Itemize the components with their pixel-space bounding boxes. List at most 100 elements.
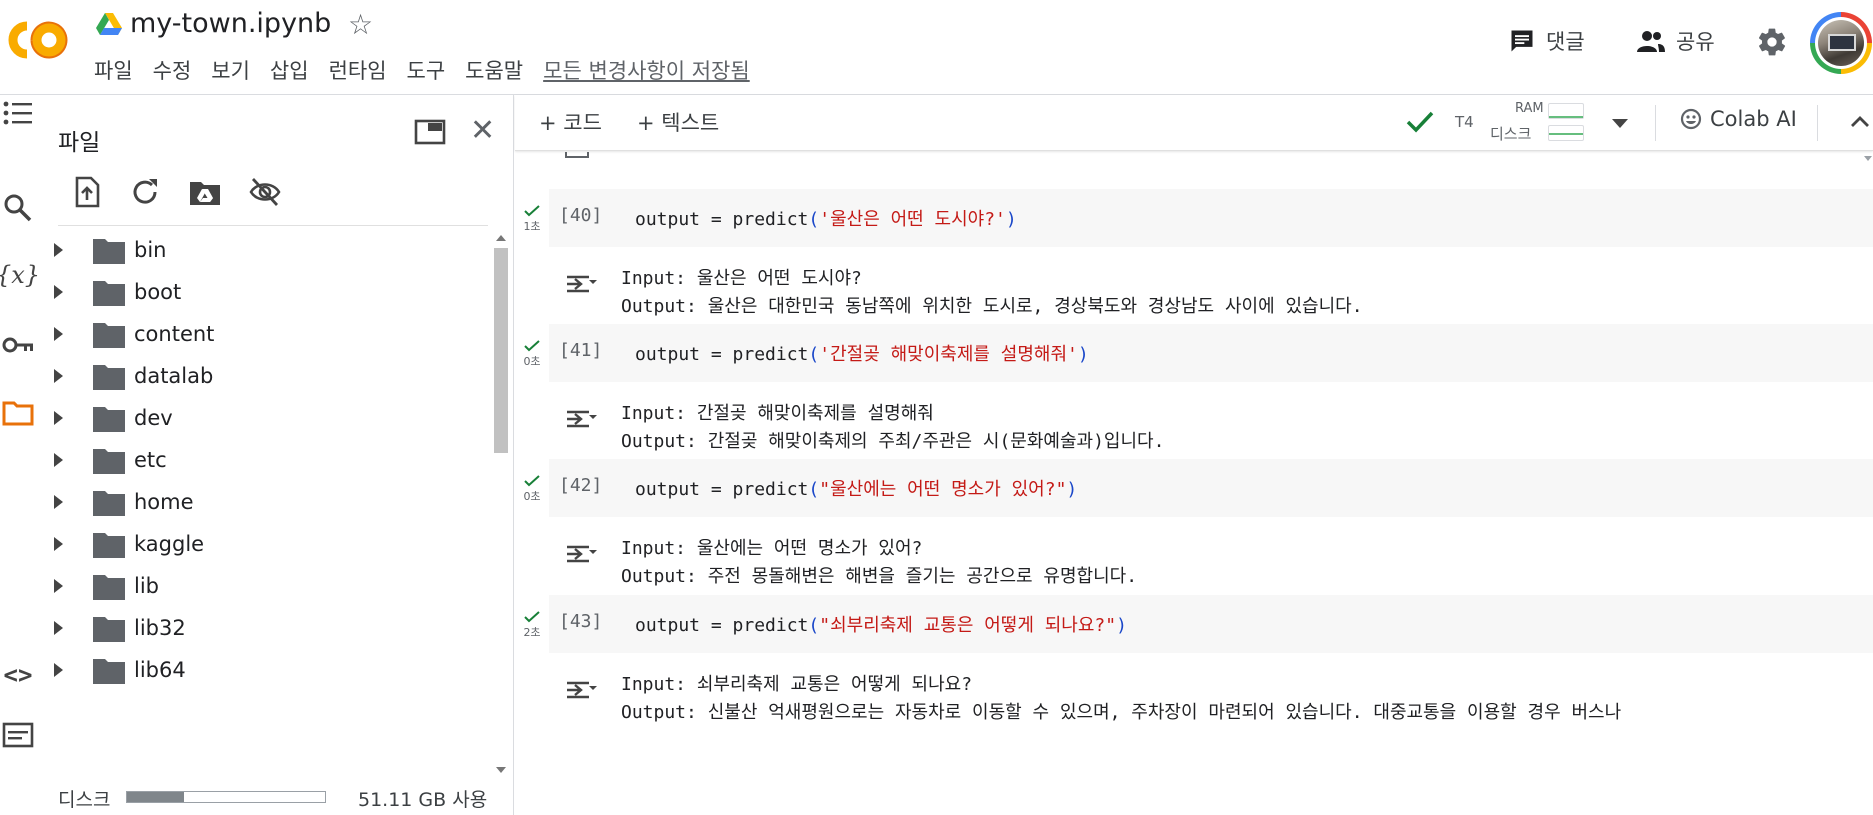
- output-actions-icon[interactable]: [565, 404, 599, 434]
- expand-arrow-icon[interactable]: [54, 285, 63, 299]
- expand-arrow-icon[interactable]: [54, 453, 63, 467]
- output-actions-icon[interactable]: [565, 269, 599, 299]
- code-paren-open: (: [808, 615, 820, 636]
- add-text-button[interactable]: + 텍스트: [637, 107, 719, 137]
- terminal-icon[interactable]: [0, 717, 36, 753]
- add-code-button[interactable]: + 코드: [539, 107, 602, 137]
- colab-logo[interactable]: [5, 18, 69, 62]
- folder-row-home[interactable]: home: [54, 483, 484, 523]
- expand-arrow-icon[interactable]: [54, 579, 63, 593]
- menu-tools[interactable]: 도구: [407, 55, 446, 85]
- folder-row-etc[interactable]: etc: [54, 441, 484, 481]
- code-line[interactable]: output = predict("울산에는 어떤 명소가 있어?"): [635, 475, 1077, 501]
- output-actions-icon[interactable]: [565, 675, 599, 705]
- folder-row-lib64[interactable]: lib64: [54, 651, 484, 691]
- menu-runtime[interactable]: 런타임: [329, 55, 387, 85]
- code-editor[interactable]: [43] output = predict("쇠부리축제 교통은 어떻게 되나요…: [549, 595, 1873, 653]
- folder-row-lib[interactable]: lib: [54, 567, 484, 607]
- ram-graph[interactable]: [1548, 103, 1584, 119]
- folder-row-bin[interactable]: bin: [54, 231, 484, 271]
- folder-icon: [93, 449, 125, 474]
- key-icon[interactable]: [0, 327, 36, 363]
- previous-cell-output-icon: [565, 152, 589, 158]
- cell-status[interactable]: 0초: [519, 340, 545, 369]
- cell-output: Input: 울산에는 어떤 명소가 있어? Output: 주전 몽돌해변은 해…: [621, 535, 1137, 591]
- code-snippets-icon[interactable]: <>: [0, 657, 36, 693]
- panel-divider: [58, 225, 488, 226]
- output-line: Output: 간절곶 해맞이축제의 주최/주관은 시(문화예술과)입니다.: [621, 431, 1165, 452]
- expand-arrow-icon[interactable]: [54, 411, 63, 425]
- code-line[interactable]: output = predict('울산은 어떤 도시야?'): [635, 205, 1017, 231]
- notebook-title[interactable]: my-town.ipynb: [130, 8, 331, 39]
- scroll-down-arrow-icon[interactable]: [496, 767, 506, 773]
- expand-arrow-icon[interactable]: [54, 621, 63, 635]
- header: my-town.ipynb ☆ 파일 수정 보기 삽입 런타임 도구 도움말 모…: [0, 0, 1873, 95]
- variables-icon[interactable]: {x}: [0, 257, 40, 293]
- toc-icon[interactable]: [0, 95, 36, 131]
- scroll-thumb[interactable]: [494, 248, 508, 453]
- disk-resource-label[interactable]: 디스크: [1490, 123, 1531, 144]
- expand-arrow-icon[interactable]: [54, 243, 63, 257]
- mount-drive-icon[interactable]: [188, 175, 222, 209]
- close-icon[interactable]: ✕: [470, 115, 495, 147]
- folder-row-kaggle[interactable]: kaggle: [54, 525, 484, 565]
- cell-status[interactable]: 1초: [519, 205, 545, 234]
- runtime-type[interactable]: T4: [1455, 113, 1474, 131]
- code-editor[interactable]: [41] output = predict('간절곶 해맞이축제를 설명해줘'): [549, 324, 1873, 382]
- code-editor[interactable]: [40] output = predict('울산은 어떤 도시야?'): [549, 189, 1873, 247]
- menu-file[interactable]: 파일: [94, 55, 133, 85]
- menu-view[interactable]: 보기: [211, 55, 250, 85]
- upload-icon[interactable]: [70, 175, 104, 209]
- scroll-indicator-icon[interactable]: [1864, 156, 1872, 161]
- cell-status[interactable]: 2초: [519, 611, 545, 640]
- disk-usage-fill: [127, 792, 185, 802]
- folder-row-content[interactable]: content: [54, 315, 484, 355]
- code-line[interactable]: output = predict('간절곶 해맞이축제를 설명해줘'): [635, 340, 1089, 366]
- expand-arrow-icon[interactable]: [54, 327, 63, 341]
- output-line: Input: 울산은 어떤 도시야?: [621, 268, 862, 289]
- folder-row-boot[interactable]: boot: [54, 273, 484, 313]
- code-string: '울산은 어떤 도시야?': [819, 209, 1006, 230]
- folder-name: lib: [134, 574, 159, 598]
- notebook-cells: 1초 [40] output = predict('울산은 어떤 도시야?') …: [515, 152, 1873, 815]
- search-icon[interactable]: [0, 190, 36, 226]
- save-status[interactable]: 모든 변경사항이 저장됨: [543, 55, 750, 85]
- expand-arrow-icon[interactable]: [54, 663, 63, 677]
- resources-dropdown-icon[interactable]: [1612, 119, 1628, 128]
- disk-free-text: 51.11 GB 사용 가능: [358, 789, 488, 811]
- run-success-check-icon: [524, 205, 540, 217]
- colab-ai-button[interactable]: Colab AI: [1680, 107, 1797, 131]
- expand-arrow-icon[interactable]: [54, 369, 63, 383]
- share-button[interactable]: 공유: [1636, 26, 1715, 56]
- hide-icon[interactable]: [248, 175, 282, 209]
- folder-icon[interactable]: [0, 395, 36, 431]
- avatar[interactable]: [1810, 12, 1872, 74]
- output-actions-icon[interactable]: [565, 539, 599, 569]
- menu-help[interactable]: 도움말: [465, 55, 523, 85]
- panel-title: 파일: [58, 130, 101, 156]
- code-string: "쇠부리축제 교통은 어떻게 되나요?": [819, 615, 1117, 636]
- folder-row-lib32[interactable]: lib32: [54, 609, 484, 649]
- ram-label[interactable]: RAM: [1515, 101, 1544, 116]
- gear-icon[interactable]: [1756, 26, 1788, 58]
- chevron-up-icon[interactable]: [1849, 111, 1871, 133]
- connected-check-icon[interactable]: [1405, 109, 1435, 135]
- comment-icon: [1511, 30, 1533, 52]
- star-outline-icon[interactable]: ☆: [348, 10, 373, 40]
- folder-row-dev[interactable]: dev: [54, 399, 484, 439]
- scroll-up-arrow-icon[interactable]: [496, 235, 506, 241]
- cell-status[interactable]: 0초: [519, 475, 545, 504]
- code-editor[interactable]: [42] output = predict("울산에는 어떤 명소가 있어?"): [549, 459, 1873, 517]
- menu-edit[interactable]: 수정: [153, 55, 192, 85]
- google-drive-icon[interactable]: [96, 12, 122, 36]
- expand-arrow-icon[interactable]: [54, 495, 63, 509]
- folder-name: home: [134, 490, 194, 514]
- comments-button[interactable]: 댓글: [1508, 26, 1585, 56]
- expand-arrow-icon[interactable]: [54, 537, 63, 551]
- menu-insert[interactable]: 삽입: [270, 55, 309, 85]
- open-in-tab-icon[interactable]: [414, 119, 446, 145]
- code-line[interactable]: output = predict("쇠부리축제 교통은 어떻게 되나요?"): [635, 611, 1127, 637]
- refresh-icon[interactable]: [128, 175, 162, 209]
- folder-row-datalab[interactable]: datalab: [54, 357, 484, 397]
- disk-graph[interactable]: [1548, 125, 1584, 141]
